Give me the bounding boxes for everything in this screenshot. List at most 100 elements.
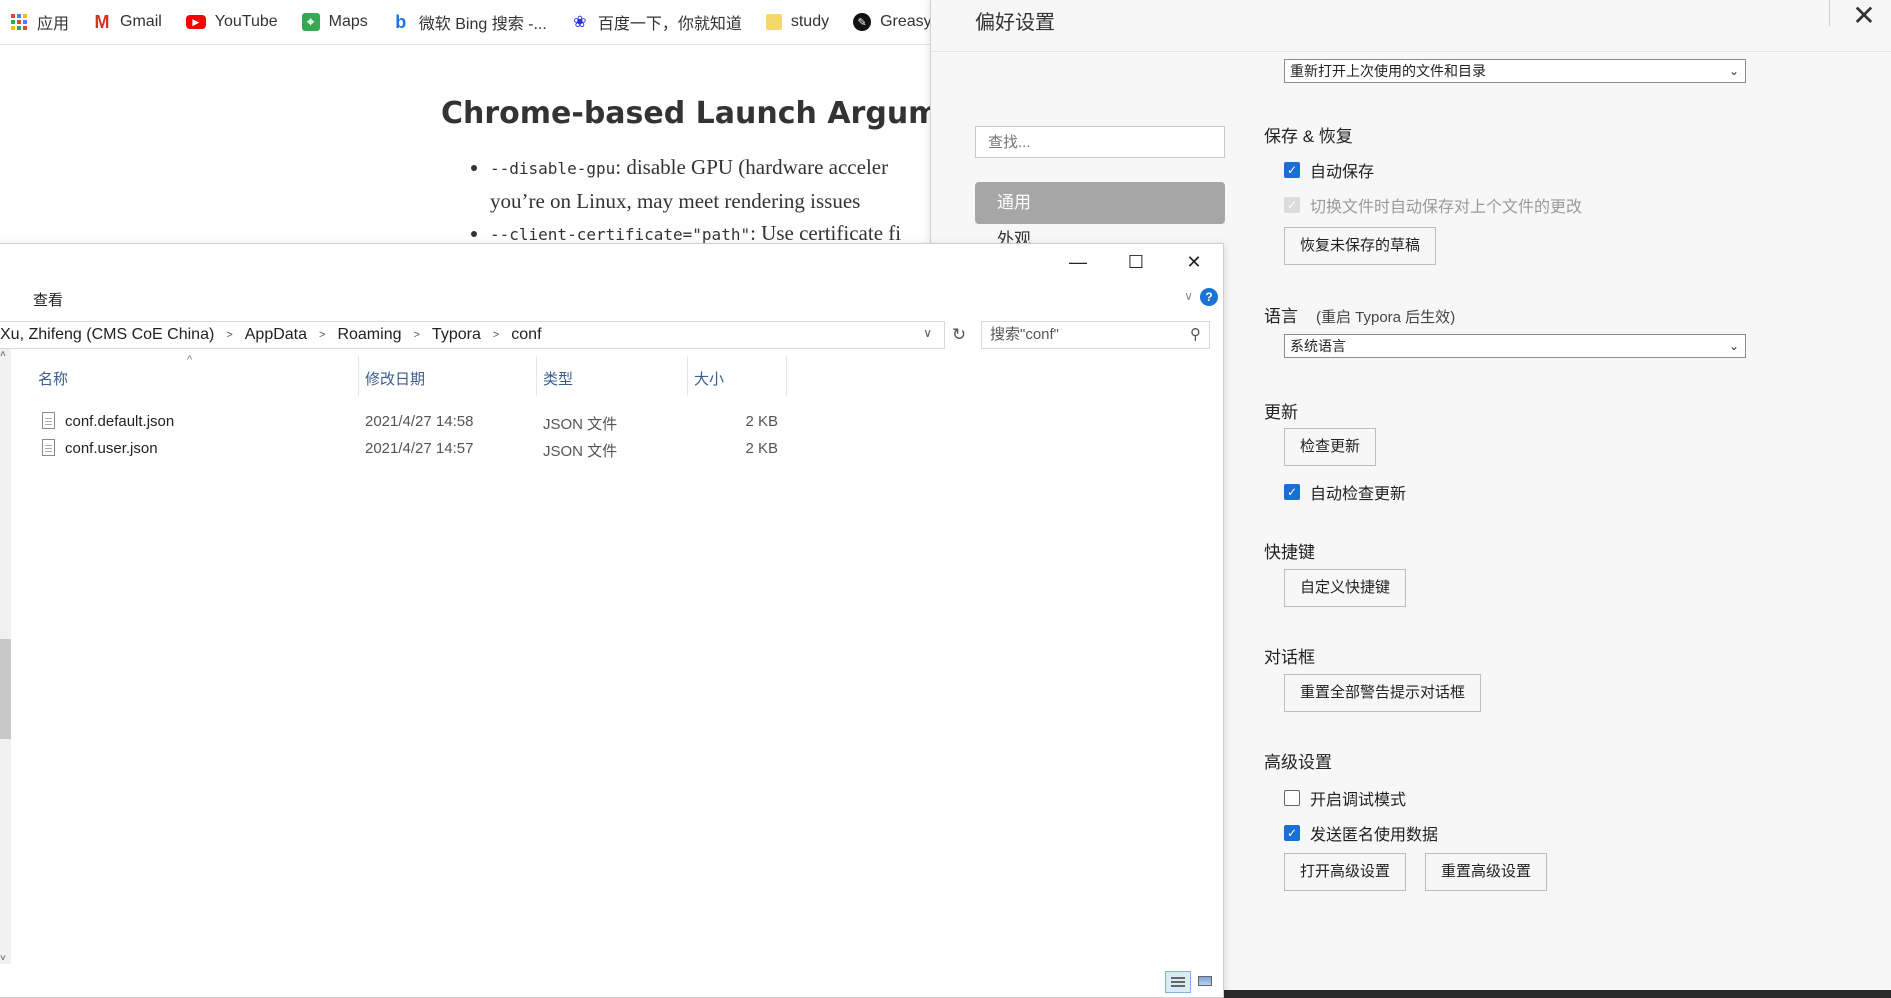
checkbox-label: 自动检查更新 — [1310, 486, 1407, 503]
reset-dialogs-button[interactable]: 重置全部警告提示对话框 — [1284, 674, 1482, 712]
maps-icon: ⌖ — [301, 13, 320, 31]
breadcrumb-item[interactable]: Typora — [432, 326, 481, 344]
reset-advanced-button[interactable]: 重置高级设置 — [1425, 853, 1548, 891]
select-value: 系统语言 — [1290, 338, 1346, 354]
taskbar-strip — [1224, 990, 1891, 998]
checkbox-unchecked-icon — [1284, 790, 1300, 806]
refresh-icon[interactable]: ↻ — [950, 321, 968, 349]
bookmark-greasyfork[interactable]: ✎ Greasy — [853, 13, 932, 31]
startup-behavior-select[interactable]: 重新打开上次使用的文件和目录 ⌄ — [1284, 59, 1746, 83]
greasyfork-icon: ✎ — [853, 13, 872, 31]
column-divider[interactable] — [358, 356, 359, 396]
select-value: 重新打开上次使用的文件和目录 — [1290, 63, 1486, 79]
maximize-icon[interactable]: ☐ — [1107, 244, 1165, 280]
checkbox-disabled-icon: ✓ — [1284, 197, 1300, 213]
column-divider[interactable] — [536, 356, 537, 396]
bookmark-maps[interactable]: ⌖ Maps — [301, 13, 368, 31]
column-divider[interactable] — [786, 356, 787, 396]
debug-mode-checkbox[interactable]: 开启调试模式 — [1284, 786, 1406, 810]
column-header-name[interactable]: 名称 — [38, 364, 358, 396]
autosave-checkbox[interactable]: ✓ 自动保存 — [1284, 158, 1374, 182]
bookmark-label: 百度一下，你就知道 — [597, 16, 742, 33]
file-icon — [42, 439, 55, 456]
youtube-icon: ▶ — [185, 15, 206, 29]
table-row[interactable]: conf.default.json 2021/4/27 14:58 JSON 文… — [0, 410, 790, 436]
chevron-right-icon[interactable]: > — [493, 329, 499, 341]
details-view-icon[interactable] — [1165, 971, 1191, 993]
dialog-heading: 对话框 — [1264, 648, 1315, 667]
chevron-down-icon[interactable]: ˅ — [0, 953, 6, 964]
language-note: (重启 Typora 后生效) — [1316, 309, 1456, 326]
bookmark-apps[interactable]: 应用 — [10, 10, 69, 34]
language-heading: 语言 (重启 Typora 后生效) — [1264, 302, 1455, 327]
inline-code: --disable-gpu — [490, 159, 616, 178]
file-type: JSON 文件 — [543, 443, 618, 460]
folder-icon — [765, 14, 782, 30]
list-item-text: you’re on Linux, may meet rendering issu… — [490, 189, 861, 213]
column-header-size[interactable]: 大小 — [694, 364, 784, 396]
column-divider[interactable] — [687, 356, 688, 396]
bookmark-youtube[interactable]: ▶ YouTube — [185, 13, 278, 31]
autosave-on-switch-checkbox: ✓ 切换文件时自动保存对上个文件的更改 — [1284, 193, 1582, 217]
bookmark-study[interactable]: study — [765, 13, 830, 31]
column-header-date[interactable]: 修改日期 — [365, 364, 535, 396]
explorer-search-input[interactable]: 搜索"conf" ⚲ — [981, 321, 1210, 349]
gmail-icon: M — [94, 11, 110, 32]
close-window-icon[interactable]: ✕ — [1165, 244, 1223, 280]
file-date: 2021/4/27 14:58 — [365, 413, 474, 430]
ribbon-tab-view[interactable]: 查看 — [33, 289, 63, 310]
scrollbar-thumb[interactable] — [0, 639, 11, 739]
minimize-icon[interactable]: — — [1049, 244, 1107, 280]
chevron-right-icon[interactable]: > — [319, 329, 325, 341]
file-name: conf.user.json — [65, 440, 158, 457]
checkbox-checked-icon: ✓ — [1284, 162, 1300, 178]
close-icon[interactable]: ✕ — [1846, 0, 1882, 32]
list-item-text: : Use certificate fi — [750, 221, 902, 245]
breadcrumb-item[interactable]: Roaming — [337, 326, 401, 344]
bookmark-gmail[interactable]: M Gmail — [93, 11, 162, 32]
nav-item-general[interactable]: 通用 — [975, 182, 1225, 224]
preferences-title: 偏好设置 — [975, 12, 1055, 34]
baidu-icon: ❀ — [573, 14, 587, 31]
document-content: Chrome-based Launch Argument --disable-g… — [0, 46, 996, 246]
file-name: conf.default.json — [65, 413, 175, 430]
open-advanced-button[interactable]: 打开高级设置 — [1284, 853, 1407, 891]
bookmark-baidu[interactable]: ❀ 百度一下，你就知道 — [571, 10, 742, 34]
checkbox-checked-icon: ✓ — [1284, 825, 1300, 841]
large-icons-view-icon[interactable] — [1193, 971, 1219, 993]
document-heading: Chrome-based Launch Argument — [441, 96, 996, 131]
send-usage-checkbox[interactable]: ✓ 发送匿名使用数据 — [1284, 821, 1438, 845]
column-header-type[interactable]: 类型 — [543, 364, 683, 396]
bookmark-label: 微软 Bing 搜索 -... — [418, 16, 547, 33]
address-bar[interactable]: Xu, Zhifeng (CMS CoE China) > AppData > … — [0, 321, 945, 349]
search-placeholder: 搜索"conf" — [990, 326, 1060, 343]
bookmark-bing[interactable]: b 微软 Bing 搜索 -... — [392, 10, 547, 34]
chevron-right-icon[interactable]: > — [226, 329, 232, 341]
chevron-down-icon[interactable]: ∨ — [923, 326, 932, 340]
checkbox-label: 发送匿名使用数据 — [1310, 827, 1439, 844]
check-update-button[interactable]: 检查更新 — [1284, 428, 1377, 466]
bookmark-label: 应用 — [37, 16, 70, 33]
search-icon: ⚲ — [1190, 326, 1201, 343]
auto-check-update-checkbox[interactable]: ✓ 自动检查更新 — [1284, 480, 1406, 504]
checkbox-label: 开启调试模式 — [1310, 792, 1407, 809]
language-select[interactable]: 系统语言 ⌄ — [1284, 334, 1746, 358]
breadcrumb-item[interactable]: conf — [511, 326, 541, 344]
language-heading-label: 语言 — [1264, 307, 1298, 326]
file-size: 2 KB — [745, 440, 778, 457]
restore-drafts-button[interactable]: 恢复未保存的草稿 — [1284, 227, 1437, 265]
breadcrumb-item[interactable]: AppData — [245, 326, 307, 344]
table-row[interactable]: conf.user.json 2021/4/27 14:57 JSON 文件 2… — [0, 437, 790, 463]
chevron-right-icon[interactable]: > — [413, 329, 419, 341]
bookmark-label: study — [790, 13, 830, 30]
preferences-search-input[interactable] — [975, 126, 1225, 158]
chevron-down-icon[interactable]: ∨ — [1184, 289, 1193, 303]
bookmark-label: Greasy — [880, 13, 932, 30]
file-icon — [42, 412, 55, 429]
chevron-up-icon[interactable]: ˄ — [0, 349, 6, 360]
breadcrumb-item[interactable]: Xu, Zhifeng (CMS CoE China) — [0, 326, 214, 344]
help-icon[interactable]: ? — [1200, 288, 1218, 306]
list-item-text: : disable GPU (hardware acceler — [615, 155, 889, 179]
apps-grid-icon — [10, 13, 28, 31]
custom-shortcut-button[interactable]: 自定义快捷键 — [1284, 569, 1407, 607]
